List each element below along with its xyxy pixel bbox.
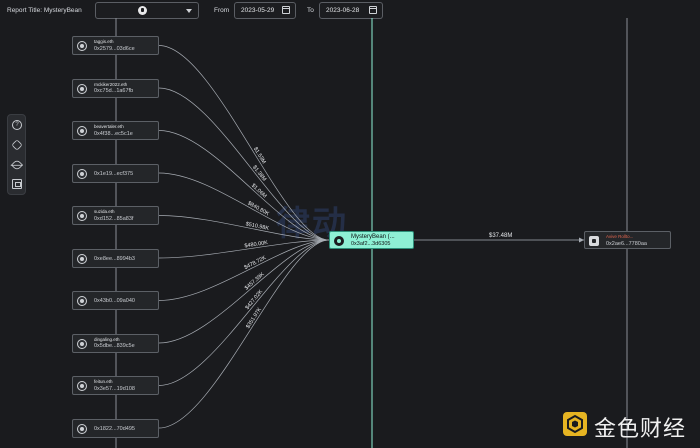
flow-amount-label: $457.39K bbox=[244, 271, 266, 291]
center-node[interactable]: MysteryBean (... 0x3af2...3d6305 bbox=[329, 231, 414, 249]
flow-amount-label: $840.80K bbox=[246, 201, 270, 218]
flow-amount-label: $510.98K bbox=[245, 221, 270, 232]
flow-amount-label: $1.38M bbox=[251, 164, 267, 182]
source-node-address: 0x4f38...ec5c1e bbox=[94, 130, 133, 137]
source-node[interactable]: suzida.eth 0xd152...85a83f bbox=[72, 206, 159, 225]
exchange-icon bbox=[589, 236, 599, 246]
wallet-icon bbox=[77, 423, 87, 434]
source-node-address: 0x43b0...09a040 bbox=[94, 298, 135, 304]
source-node-address: 0xd152...85a83f bbox=[94, 215, 134, 222]
source-node[interactable]: dingaling.eth 0x5dbe...839c5e bbox=[72, 333, 159, 353]
destination-node-address: 0x2ae6...7780aa bbox=[606, 240, 647, 247]
wallet-icon bbox=[77, 41, 87, 51]
source-node[interactable]: rnckiker2022.eth 0xc75d...1a67fb bbox=[72, 78, 159, 98]
source-node-name: dingaling.eth bbox=[94, 336, 120, 342]
source-node[interactable]: taggis.eth 0x2579...03d6ce bbox=[72, 36, 159, 55]
flow-amount-label: $478.72K bbox=[243, 255, 267, 271]
center-node-address: 0x3af2...3d6305 bbox=[351, 241, 391, 247]
source-node-address: 0x1e19...ecf375 bbox=[94, 170, 134, 177]
source-node[interactable]: 0x1e19...ecf375 bbox=[72, 163, 159, 183]
wallet-icon bbox=[77, 338, 87, 349]
source-node-name: suzida.eth bbox=[94, 209, 115, 214]
source-node-name: taggis.eth bbox=[94, 39, 114, 44]
destination-node-name: Avive Rollto... bbox=[606, 234, 634, 239]
wallet-icon bbox=[334, 236, 344, 246]
flow-edge[interactable] bbox=[158, 172, 330, 241]
source-node-address: 0x5dbe...839c5e bbox=[94, 343, 135, 349]
source-node-name: rnckiker2022.eth bbox=[94, 81, 128, 87]
source-node-address: 0xc75d...1a67fb bbox=[94, 88, 134, 94]
flow-edge[interactable] bbox=[158, 130, 330, 241]
outflow-amount: $37.48M bbox=[489, 233, 512, 239]
wallet-icon bbox=[77, 253, 87, 264]
wallet-icon bbox=[77, 381, 87, 391]
flow-edge[interactable] bbox=[158, 239, 330, 386]
destination-node[interactable]: Avive Rollto... 0x2ae6...7780aa bbox=[584, 231, 671, 249]
wallet-icon bbox=[77, 168, 87, 179]
wallet-icon bbox=[77, 126, 87, 136]
brand-text: 金色财经 bbox=[594, 416, 687, 441]
wallet-icon bbox=[77, 83, 87, 94]
source-node[interactable]: beavertaler.eth 0x4f38...ec5c1e bbox=[72, 121, 159, 140]
wallet-icon bbox=[77, 296, 87, 306]
wallet-icon bbox=[77, 211, 87, 221]
source-node-name: feitun.eth bbox=[94, 379, 113, 384]
flow-edge[interactable] bbox=[158, 45, 330, 241]
brand-logo-icon bbox=[563, 412, 587, 436]
flow-amount-label: $1.53M bbox=[252, 146, 267, 165]
center-node-name: MysteryBean (... bbox=[351, 234, 395, 240]
source-node-name: beavertaler.eth bbox=[94, 124, 124, 129]
source-node-address: 0xe8ee...8994b3 bbox=[94, 255, 135, 262]
source-node[interactable]: feitun.eth 0x3e57...19d108 bbox=[72, 376, 159, 395]
source-node[interactable]: 0x1822...70d495 bbox=[72, 418, 159, 438]
source-node[interactable]: 0x43b0...09a040 bbox=[72, 291, 159, 310]
source-node-address: 0x2579...03d6ce bbox=[94, 45, 135, 52]
source-node-address: 0x1822...70d495 bbox=[94, 425, 135, 432]
source-node-address: 0x3e57...19d108 bbox=[94, 385, 135, 392]
source-node[interactable]: 0xe8ee...8994b3 bbox=[72, 248, 159, 268]
